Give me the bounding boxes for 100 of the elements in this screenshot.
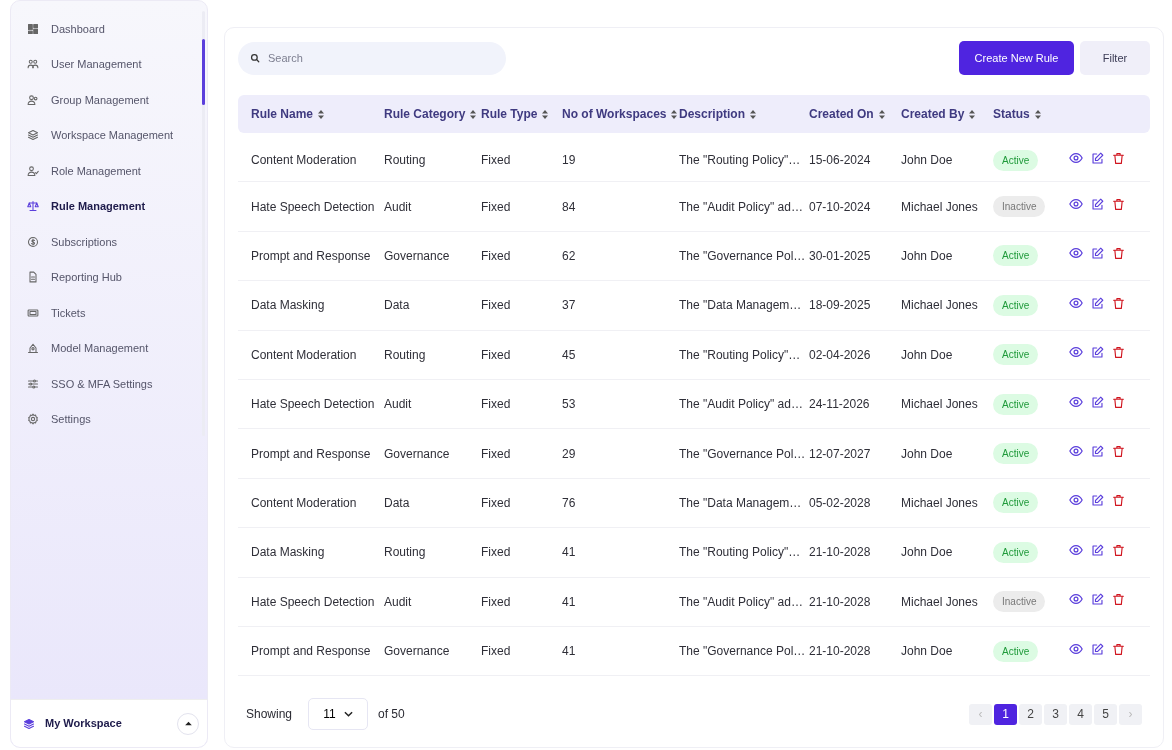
table-cell: Data Masking	[251, 298, 325, 313]
status-badge: Active	[993, 149, 1039, 171]
status-badge: Active	[993, 344, 1039, 366]
table-cell: The "Data Managem…	[679, 495, 802, 510]
table-cell: Routing	[384, 545, 426, 560]
sidebar-item[interactable]: User Management	[27, 46, 207, 82]
eye-icon	[1069, 246, 1083, 261]
status-badge: Active	[993, 294, 1039, 316]
edit-icon	[1091, 198, 1104, 212]
sort-icon	[969, 109, 976, 119]
table-cell: The "Governance Pol…	[679, 248, 806, 263]
trash-icon	[1112, 346, 1125, 360]
sidebar-item[interactable]: Group Management	[27, 82, 207, 118]
table-cell: 24-11-2026	[809, 397, 870, 412]
page-size-select[interactable]: 11	[308, 698, 369, 730]
table-cell: The "Routing Policy"…	[679, 153, 801, 168]
table-cell: Fixed	[481, 446, 511, 461]
table-cell: 07-10-2024	[809, 199, 871, 214]
table-cell: John Doe	[901, 446, 953, 461]
edit-icon	[1091, 296, 1104, 310]
table-cell: 41	[562, 594, 576, 609]
total-label: of 50	[378, 706, 405, 723]
sidebar-item[interactable]: Model Management	[27, 330, 207, 366]
status-badge: Active	[993, 492, 1039, 514]
table-cell: The "Audit Policy" ad…	[679, 594, 803, 609]
layers-icon	[27, 129, 39, 142]
edit-icon	[1091, 494, 1104, 508]
eye-icon	[1069, 592, 1083, 607]
edit-icon	[1091, 642, 1104, 656]
filter-button[interactable]: Filter	[1080, 41, 1150, 75]
sidebar-item[interactable]: Settings	[27, 401, 207, 437]
sort-icon	[878, 109, 885, 119]
table-cell: John Doe	[901, 644, 953, 659]
page-button[interactable]: 4	[1069, 703, 1092, 725]
table-cell: Governance	[384, 248, 450, 263]
edit-icon	[1091, 151, 1104, 165]
sidebar-item[interactable]: Workspace Management	[27, 117, 207, 153]
page-button[interactable]: 3	[1044, 703, 1067, 725]
table-cell: 18-09-2025	[809, 298, 871, 313]
table-cell: Content Moderation	[251, 347, 357, 362]
table-cell: Data Masking	[251, 545, 325, 560]
table-cell: The "Routing Policy"…	[679, 347, 801, 362]
table-cell: Audit	[384, 199, 412, 214]
table-cell: Michael Jones	[901, 495, 978, 510]
grid-icon	[27, 22, 39, 35]
table-cell: Content Moderation	[251, 495, 357, 510]
page-button[interactable]: 2	[1019, 703, 1042, 725]
table-cell: 41	[562, 545, 576, 560]
table-cell: Routing	[384, 347, 426, 362]
table-cell: Fixed	[481, 248, 511, 263]
table-cell: Fixed	[481, 298, 511, 313]
users-icon	[27, 58, 39, 71]
search-icon	[250, 53, 260, 63]
chevron-down-icon	[343, 711, 353, 717]
table-cell: The "Audit Policy" ad…	[679, 199, 803, 214]
sort-icon	[1034, 109, 1041, 119]
sidebar-item[interactable]: Role Management	[27, 153, 207, 189]
table-cell: Prompt and Response	[251, 248, 371, 263]
sidebar-item[interactable]: Tickets	[27, 295, 207, 331]
ticket-icon	[27, 306, 39, 319]
table-cell: The "Governance Pol…	[679, 644, 806, 659]
edit-icon	[1091, 346, 1104, 360]
sort-icon	[470, 109, 477, 119]
sidebar-item[interactable]: Rule Management	[27, 188, 207, 224]
eye-icon	[1069, 394, 1083, 409]
table-cell: Hate Speech Detection	[251, 397, 375, 412]
table-cell: John Doe	[901, 347, 953, 362]
sidebar-item[interactable]: SSO & MFA Settings	[27, 366, 207, 402]
table-cell: Content Moderation	[251, 153, 357, 168]
page-button[interactable]: 5	[1094, 703, 1117, 725]
table-cell: 15-06-2024	[809, 153, 871, 168]
table-cell: The "Routing Policy"…	[679, 545, 801, 560]
table-cell: Fixed	[481, 153, 511, 168]
status-badge: Inactive	[993, 196, 1046, 218]
edit-icon	[1091, 247, 1104, 261]
table-cell: Audit	[384, 397, 412, 412]
create-button[interactable]: Create New Rule	[959, 41, 1074, 75]
table-cell: Fixed	[481, 347, 511, 362]
table-cell: John Doe	[901, 153, 953, 168]
eye-icon	[1069, 345, 1083, 360]
table-cell: Data	[384, 495, 410, 510]
document-icon	[27, 271, 39, 284]
table-cell: 05-02-2028	[809, 495, 871, 510]
edit-icon	[1091, 445, 1104, 459]
status-badge: Active	[993, 245, 1039, 267]
trash-icon	[1112, 296, 1125, 310]
sidebar-item[interactable]: Subscriptions	[27, 224, 207, 260]
sidebar-item[interactable]: Reporting Hub	[27, 259, 207, 295]
table-cell: Prompt and Response	[251, 446, 371, 461]
dollar-circle-icon	[27, 235, 39, 248]
table-cell: The "Audit Policy" ad…	[679, 397, 803, 412]
table-cell: 41	[562, 644, 576, 659]
trash-icon	[1112, 543, 1125, 557]
table-cell: 45	[562, 347, 576, 362]
search-field[interactable]: Search	[238, 41, 506, 75]
page-button[interactable]: 1	[994, 703, 1017, 725]
layers-icon	[23, 717, 35, 730]
gear-icon	[27, 413, 39, 426]
sidebar-item[interactable]: Dashboard	[27, 11, 207, 47]
table-cell: Governance	[384, 446, 450, 461]
